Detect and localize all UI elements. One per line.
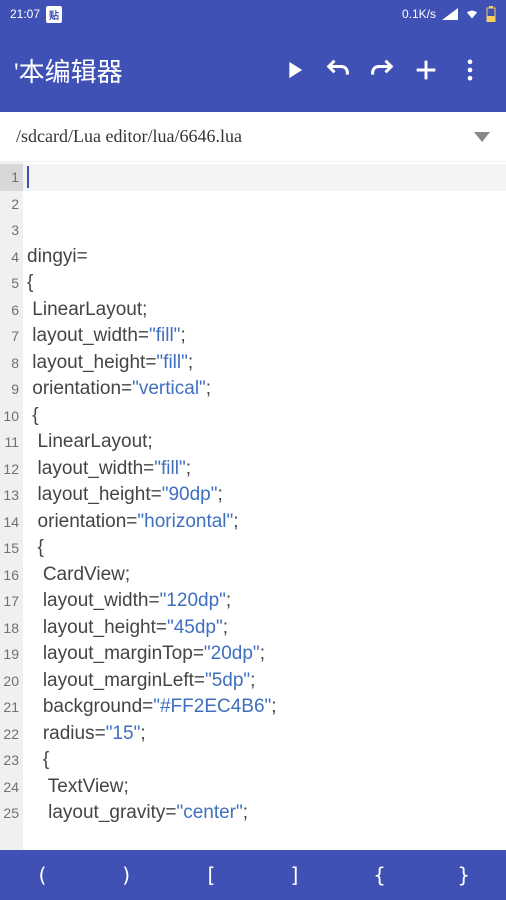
undo-button[interactable] [316, 48, 360, 92]
line-number: 13 [0, 482, 23, 509]
symbol-key[interactable]: ] [253, 850, 337, 900]
wifi-icon [464, 8, 480, 20]
line-number: 10 [0, 403, 23, 430]
line-number: 23 [0, 747, 23, 774]
code-line[interactable]: LinearLayout; [27, 429, 506, 456]
add-button[interactable] [404, 48, 448, 92]
symbol-toolbar: ()[]{} [0, 850, 506, 900]
symbol-key[interactable]: } [422, 850, 506, 900]
app-bar: '本编辑器 [0, 28, 506, 112]
line-number: 15 [0, 535, 23, 562]
line-number: 21 [0, 694, 23, 721]
code-line[interactable]: { [27, 535, 506, 562]
line-number: 1 [0, 164, 23, 191]
app-title: '本编辑器 [14, 52, 123, 89]
line-number: 16 [0, 562, 23, 589]
code-line[interactable]: layout_height="fill"; [27, 350, 506, 377]
code-line[interactable]: dingyi= [27, 244, 506, 271]
code-line[interactable]: { [27, 270, 506, 297]
code-line[interactable]: layout_height="90dp"; [27, 482, 506, 509]
line-number: 25 [0, 800, 23, 827]
line-number: 6 [0, 297, 23, 324]
line-number: 19 [0, 641, 23, 668]
symbol-key[interactable]: { [337, 850, 421, 900]
symbol-key[interactable]: ) [84, 850, 168, 900]
code-line[interactable]: background="#FF2EC4B6"; [27, 694, 506, 721]
redo-button[interactable] [360, 48, 404, 92]
code-line[interactable]: layout_width="fill"; [27, 323, 506, 350]
code-line[interactable] [27, 217, 506, 244]
code-line[interactable] [27, 191, 506, 218]
status-bar: 21:07 贴 0.1K/s [0, 0, 506, 28]
code-line[interactable]: radius="15"; [27, 721, 506, 748]
battery-icon [486, 6, 496, 22]
symbol-key[interactable]: [ [169, 850, 253, 900]
code-line[interactable]: layout_width="fill"; [27, 456, 506, 483]
line-number: 9 [0, 376, 23, 403]
line-number: 2 [0, 191, 23, 218]
code-line[interactable]: { [27, 403, 506, 430]
line-number: 12 [0, 456, 23, 483]
run-button[interactable] [272, 48, 316, 92]
code-line[interactable]: TextView; [27, 774, 506, 801]
line-number: 17 [0, 588, 23, 615]
signal-icon [442, 8, 458, 20]
status-net: 0.1K/s [402, 7, 436, 21]
more-button[interactable] [448, 48, 492, 92]
code-line[interactable]: orientation="vertical"; [27, 376, 506, 403]
code-line[interactable]: layout_width="120dp"; [27, 588, 506, 615]
line-number: 20 [0, 668, 23, 695]
line-gutter: 1234567891011121314151617181920212223242… [0, 162, 23, 850]
path-bar[interactable]: /sdcard/Lua editor/lua/6646.lua [0, 112, 506, 162]
code-line[interactable]: layout_marginTop="20dp"; [27, 641, 506, 668]
code-line[interactable] [27, 164, 506, 191]
line-number: 11 [0, 429, 23, 456]
code-line[interactable]: orientation="horizontal"; [27, 509, 506, 536]
code-line[interactable]: layout_marginLeft="5dp"; [27, 668, 506, 695]
line-number: 8 [0, 350, 23, 377]
line-number: 14 [0, 509, 23, 536]
line-number: 18 [0, 615, 23, 642]
symbol-key[interactable]: ( [0, 850, 84, 900]
status-badge: 贴 [46, 6, 62, 23]
line-number: 3 [0, 217, 23, 244]
status-time: 21:07 [10, 7, 40, 21]
line-number: 4 [0, 244, 23, 271]
line-number: 24 [0, 774, 23, 801]
code-editor[interactable]: 1234567891011121314151617181920212223242… [0, 162, 506, 850]
code-line[interactable]: layout_gravity="center"; [27, 800, 506, 827]
code-line[interactable]: { [27, 747, 506, 774]
code-line[interactable]: CardView; [27, 562, 506, 589]
line-number: 5 [0, 270, 23, 297]
code-area[interactable]: dingyi={ LinearLayout; layout_width="fil… [23, 162, 506, 850]
line-number: 7 [0, 323, 23, 350]
file-path: /sdcard/Lua editor/lua/6646.lua [16, 126, 474, 147]
code-line[interactable]: layout_height="45dp"; [27, 615, 506, 642]
dropdown-icon [474, 132, 490, 142]
code-line[interactable]: LinearLayout; [27, 297, 506, 324]
line-number: 22 [0, 721, 23, 748]
